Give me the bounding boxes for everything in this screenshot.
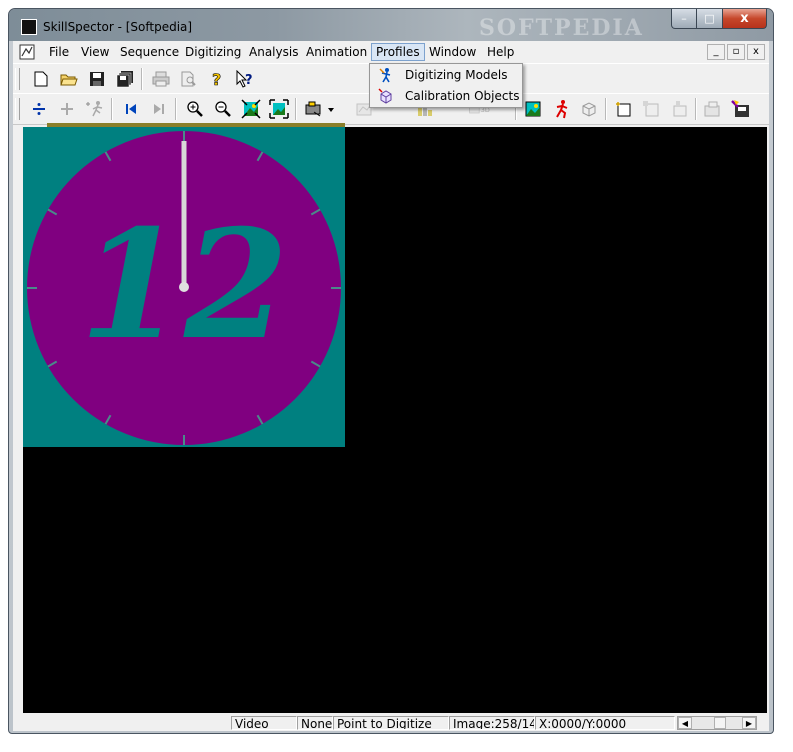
zoom-out-icon[interactable] — [211, 98, 235, 120]
zoom-in-icon[interactable] — [183, 98, 207, 120]
toolbar-grip-2[interactable] — [15, 98, 20, 120]
marker-icon[interactable] — [639, 98, 663, 120]
status-bar: Video None Point to Digitize Image:258/1… — [13, 715, 769, 731]
dropdown-label: Digitizing Models — [405, 68, 508, 82]
status-action: Point to Digitize — [333, 716, 449, 730]
menu-digitizing[interactable]: Digitizing — [181, 44, 245, 60]
fit-image-icon[interactable] — [239, 98, 263, 120]
scroll-right-icon[interactable]: ▶ — [742, 717, 756, 729]
profiles-dropdown: Digitizing Models Calibration Objects — [369, 63, 523, 108]
svg-text:?: ? — [245, 73, 253, 88]
status-mode: Video — [231, 716, 297, 730]
menu-analysis[interactable]: Analysis — [245, 44, 302, 60]
menu-file[interactable]: File — [45, 44, 73, 60]
document-icon[interactable] — [19, 44, 35, 60]
video-view[interactable]: 12 — [23, 127, 767, 713]
dropdown-label: Calibration Objects — [405, 89, 520, 103]
minimize-button[interactable]: – — [671, 9, 697, 29]
open-icon[interactable] — [57, 68, 81, 90]
frame-scrollbar[interactable]: ◀ ▶ — [677, 716, 757, 730]
status-filter: None — [297, 716, 333, 730]
add-point-icon[interactable] — [55, 98, 79, 120]
help-icon[interactable]: ? — [205, 68, 229, 90]
fit-window-icon[interactable] — [267, 98, 291, 120]
title-watermark: SOFTPEDIA — [479, 15, 644, 41]
add-figure-icon[interactable] — [83, 98, 107, 120]
svg-text:?: ? — [212, 70, 221, 88]
mdi-close-button[interactable]: x — [747, 44, 765, 60]
close-button[interactable]: x — [723, 9, 767, 29]
first-frame-icon[interactable] — [119, 98, 143, 120]
menu-help[interactable]: Help — [483, 44, 518, 60]
client-area: File View Sequence Digitizing Analysis A… — [13, 41, 769, 731]
properties-icon[interactable] — [701, 98, 725, 120]
toolbar-grip[interactable] — [15, 68, 20, 90]
dropdown-item-digitizing-models[interactable]: Digitizing Models — [372, 65, 520, 85]
save-icon[interactable] — [85, 68, 109, 90]
digitizing-model-icon — [379, 68, 391, 83]
print-preview-icon[interactable] — [177, 68, 201, 90]
export-icon[interactable] — [729, 98, 753, 120]
divide-icon[interactable] — [27, 98, 51, 120]
menu-view[interactable]: View — [77, 44, 113, 60]
last-frame-icon[interactable] — [147, 98, 171, 120]
window-title: SkillSpector - [Softpedia] — [43, 20, 193, 34]
status-image: Image:258/148/ — [449, 716, 535, 730]
scroll-left-icon[interactable]: ◀ — [678, 717, 692, 729]
menu-animation[interactable]: Animation — [302, 44, 371, 60]
status-coords: X:0000/Y:0000 — [535, 716, 675, 730]
application-window: SkillSpector - [Softpedia] SOFTPEDIA – □… — [8, 8, 774, 734]
camera-dropdown-icon[interactable] — [303, 98, 339, 120]
context-help-icon[interactable]: ? — [233, 68, 257, 90]
clock-frame[interactable]: 12 — [23, 127, 345, 447]
runner-icon[interactable] — [549, 98, 573, 120]
maximize-button[interactable]: □ — [697, 9, 723, 29]
mdi-minimize-button[interactable]: _ — [707, 44, 725, 60]
image-icon[interactable] — [521, 98, 545, 120]
title-bar[interactable]: SkillSpector - [Softpedia] SOFTPEDIA – □… — [9, 9, 773, 41]
menu-sequence[interactable]: Sequence — [116, 44, 183, 60]
clock-face-image: 12 — [23, 127, 345, 447]
menu-profiles[interactable]: Profiles — [371, 43, 425, 61]
cube-icon[interactable] — [577, 98, 601, 120]
new-marker-icon[interactable] — [611, 98, 635, 120]
calibration-object-icon — [378, 88, 392, 104]
skillspector-app-icon[interactable] — [21, 19, 37, 35]
menu-bar: File View Sequence Digitizing Analysis A… — [13, 41, 769, 63]
save-all-icon[interactable] — [113, 68, 137, 90]
mdi-restore-button[interactable]: ▫ — [727, 44, 745, 60]
scroll-thumb[interactable] — [714, 717, 726, 729]
dropdown-item-calibration-objects[interactable]: Calibration Objects — [372, 86, 520, 106]
print-icon[interactable] — [149, 68, 173, 90]
menu-window[interactable]: Window — [425, 44, 480, 60]
marker-delete-icon[interactable] — [667, 98, 691, 120]
new-icon[interactable] — [29, 68, 53, 90]
